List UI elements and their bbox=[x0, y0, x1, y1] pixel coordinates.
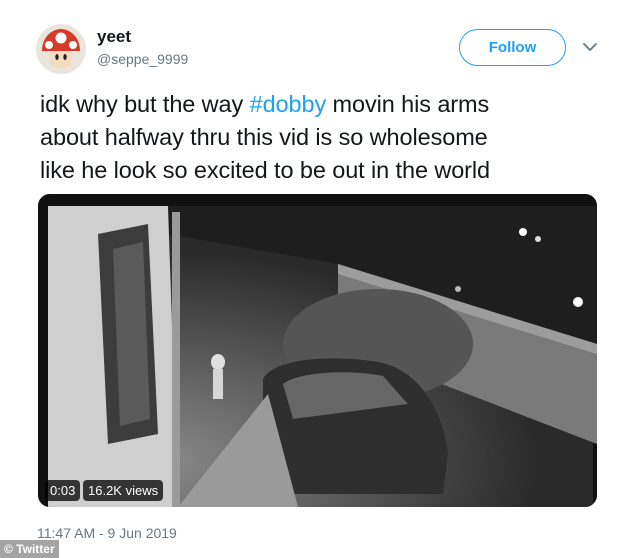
user-name[interactable]: yeet bbox=[97, 27, 131, 47]
chevron-down-icon[interactable] bbox=[582, 40, 598, 54]
follow-button[interactable]: Follow bbox=[459, 29, 566, 66]
video-frame bbox=[38, 194, 597, 507]
tweet-line-3: like he look so excited to be out in the… bbox=[40, 157, 491, 183]
video-views-badge: 16.2K views bbox=[83, 480, 164, 501]
tweet-line-1: idk why but the way #dobby movin his arm… bbox=[40, 88, 610, 121]
user-handle[interactable]: @seppe_9999 bbox=[97, 51, 188, 67]
avatar[interactable] bbox=[36, 24, 86, 74]
video-duration-badge: 0:03 bbox=[45, 480, 81, 501]
tweet-line-2: about halfway thru this vid is so wholes… bbox=[40, 124, 488, 150]
video-player[interactable]: 0:03 16.2K views bbox=[38, 194, 597, 507]
tweet-text: idk why but the way #dobby movin his arm… bbox=[40, 88, 610, 187]
twitter-watermark: © Twitter bbox=[0, 540, 59, 558]
tweet-text-part: idk why but the way bbox=[40, 91, 250, 117]
mushroom-avatar-icon bbox=[36, 24, 86, 74]
hashtag-link[interactable]: #dobby bbox=[250, 91, 327, 117]
tweet-timestamp[interactable]: 11:47 AM - 9 Jun 2019 bbox=[37, 525, 177, 541]
tweet-text-part: movin his arms bbox=[326, 91, 490, 117]
